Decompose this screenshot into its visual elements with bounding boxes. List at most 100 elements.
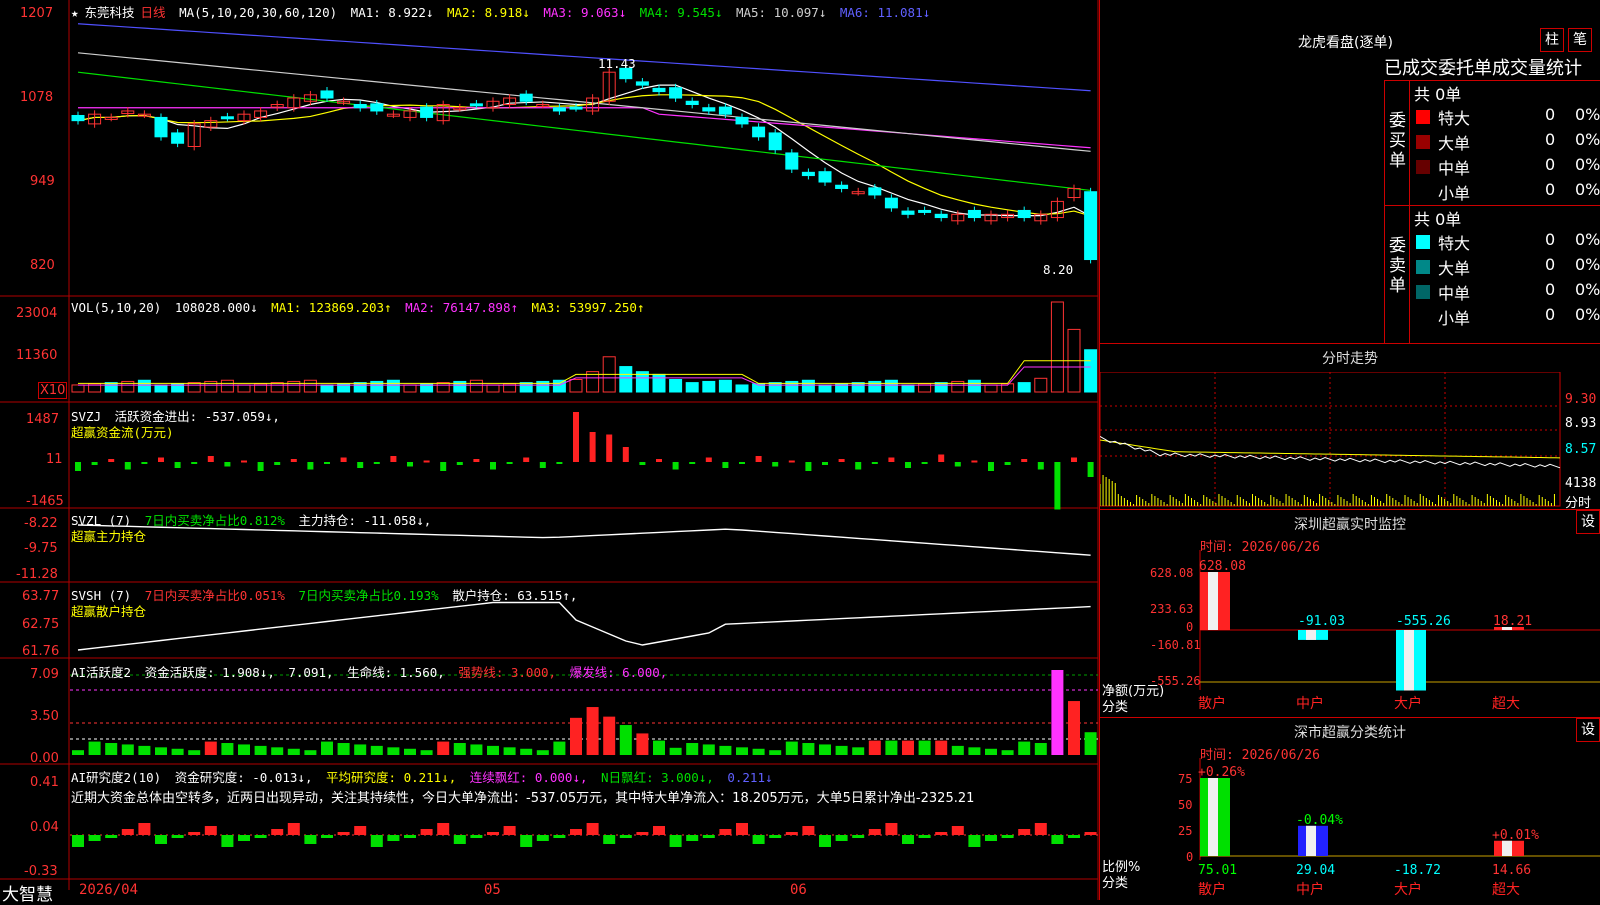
ai1-bar: [171, 748, 184, 755]
intraday-chart[interactable]: [1100, 372, 1600, 508]
ai2-bar: [536, 835, 549, 841]
period-label[interactable]: 日线: [141, 5, 166, 20]
volume-bar: [569, 378, 583, 393]
svsh-line-path: [77, 601, 1091, 651]
ai2-bar: [802, 826, 815, 835]
ai1-bar: [370, 745, 383, 755]
intraday-axis-label: 9.30: [1565, 392, 1597, 407]
order-size: 小单: [1438, 184, 1471, 203]
sz-class-category-label: 超大: [1492, 882, 1520, 898]
svzj-bar: [573, 412, 579, 462]
svzj-bar: [307, 462, 314, 470]
volume-bar: [685, 382, 699, 393]
category-label: 分类: [1102, 876, 1129, 891]
ai1-bar: [686, 743, 699, 755]
sz-monitor-category-label: 中户: [1296, 695, 1324, 712]
ai2-bar: [420, 829, 433, 835]
favorite-star-icon[interactable]: ★: [71, 5, 79, 20]
sz-class-category-label: 散户: [1198, 881, 1226, 898]
volume-bar: [1084, 349, 1098, 393]
ai1-bar: [287, 748, 300, 755]
svzj-bar: [606, 434, 613, 462]
volume-bar: [104, 382, 118, 393]
svzj-bar: [589, 432, 596, 462]
kline-chart-area[interactable]: [0, 0, 1099, 900]
volume-bar: [519, 382, 533, 393]
ai1-bar: [105, 743, 118, 755]
order-percent: 0%: [1575, 230, 1600, 249]
volume-bar: [801, 379, 815, 393]
volume-bar: [768, 382, 782, 393]
svzj-bar: [357, 462, 364, 468]
ai2-bar: [935, 832, 948, 835]
order-count: 0: [1545, 230, 1556, 249]
sell-group-label: 委卖单: [1389, 236, 1406, 296]
ai1-bar: [304, 750, 317, 755]
sz-monitor-axis-label: 233.63: [1150, 602, 1194, 616]
sz-class-axis-label: 0: [1186, 850, 1194, 864]
volume-bar: [735, 384, 749, 393]
ai2-comment: 近期大资金总体由空转多，近两日出现异动，关注其持续性，今日大单净流出：-537.…: [71, 791, 975, 806]
ai2-bars: [72, 823, 1097, 847]
volume-bar: [669, 378, 683, 393]
ai1-bar: [437, 741, 450, 755]
ai2-bar: [902, 835, 914, 844]
bar-view-tab[interactable]: 柱: [1540, 28, 1564, 52]
order-count: 0: [1545, 155, 1556, 174]
ai2-bar: [171, 835, 184, 838]
ai1-header: AI活跃度2 资金活跃度: 1.908↓, 7.091, 生命线: 1.560,…: [71, 662, 673, 681]
sell-rows: 共 0单 特大 0 0% 大单 0 0% 中单 0 0% 小单 0 0%: [1410, 206, 1600, 342]
vol-header: VOL(5,10,20) 108028.000↓ MA1: 123869.203…: [71, 300, 650, 315]
ai1-bar: [902, 740, 914, 755]
ai2-bar: [1001, 835, 1014, 838]
volume-bar: [1034, 377, 1048, 393]
stock-name: 东莞科技: [84, 5, 135, 20]
ma6-value: MA6: 11.081↓: [839, 5, 931, 20]
sz-class-value-label: 75.01: [1198, 863, 1237, 878]
svzj-bar: [1037, 462, 1044, 470]
sz-monitor-bar-group: [1298, 630, 1328, 640]
candle-body: [934, 213, 948, 219]
sz-monitor-bar-highlight: [1208, 572, 1218, 630]
candle-body: [370, 103, 384, 112]
ai2-bar: [1051, 835, 1064, 844]
ai2-bar: [188, 832, 201, 835]
ai1-bar: [570, 717, 582, 755]
ai1-bar: [420, 750, 433, 755]
intraday-axis-label: 8.93: [1565, 416, 1597, 431]
order-size: 特大: [1438, 234, 1471, 253]
ai2-bar: [1084, 832, 1097, 835]
ai1-bar: [968, 747, 981, 755]
intraday-panel[interactable]: 分时走势 9.30 8.93 8.57 4138 分时: [1099, 344, 1600, 511]
order-percent: 0%: [1575, 280, 1600, 299]
sz-class-value-label: 29.04: [1296, 863, 1335, 878]
ai1-bar: [935, 740, 948, 755]
color-swatch: [1416, 260, 1430, 274]
ai2-bar: [785, 832, 798, 835]
ma1-value: MA1: 8.922↓: [350, 5, 434, 20]
order-percent: 0%: [1575, 105, 1600, 124]
ai1-bar: [1034, 743, 1047, 755]
svzj-bar: [158, 457, 164, 462]
volume-bar: [1017, 382, 1031, 393]
svzj-bar: [207, 456, 214, 462]
ai1-bar: [752, 748, 765, 755]
ma2-line: [77, 94, 1091, 217]
sz-class-axis-label: 25: [1178, 824, 1193, 838]
tick-view-tab[interactable]: 笔: [1568, 28, 1592, 52]
sz-class-panel: 深市超赢分类统计 设 时间: 2026/06/26 +0.26% 75.01 散户 -…: [1099, 718, 1600, 900]
svzj-bar: [822, 462, 828, 465]
sz-monitor-value-label: 18.21: [1493, 614, 1532, 629]
volume-bar: [270, 382, 284, 393]
candle-body: [154, 116, 168, 138]
ai2-consecutive: 连续飘红: 0.000↓,: [469, 770, 588, 785]
ai2-bar: [1068, 835, 1080, 838]
svzj-bar: [539, 462, 546, 468]
ai1-bar: [503, 747, 516, 755]
ai2-bar: [951, 826, 964, 835]
order-size: 小单: [1438, 309, 1471, 328]
candle-body: [171, 132, 185, 144]
volume-bar: [967, 379, 981, 393]
ai2-bar: [287, 823, 300, 835]
candle-body: [569, 106, 583, 110]
